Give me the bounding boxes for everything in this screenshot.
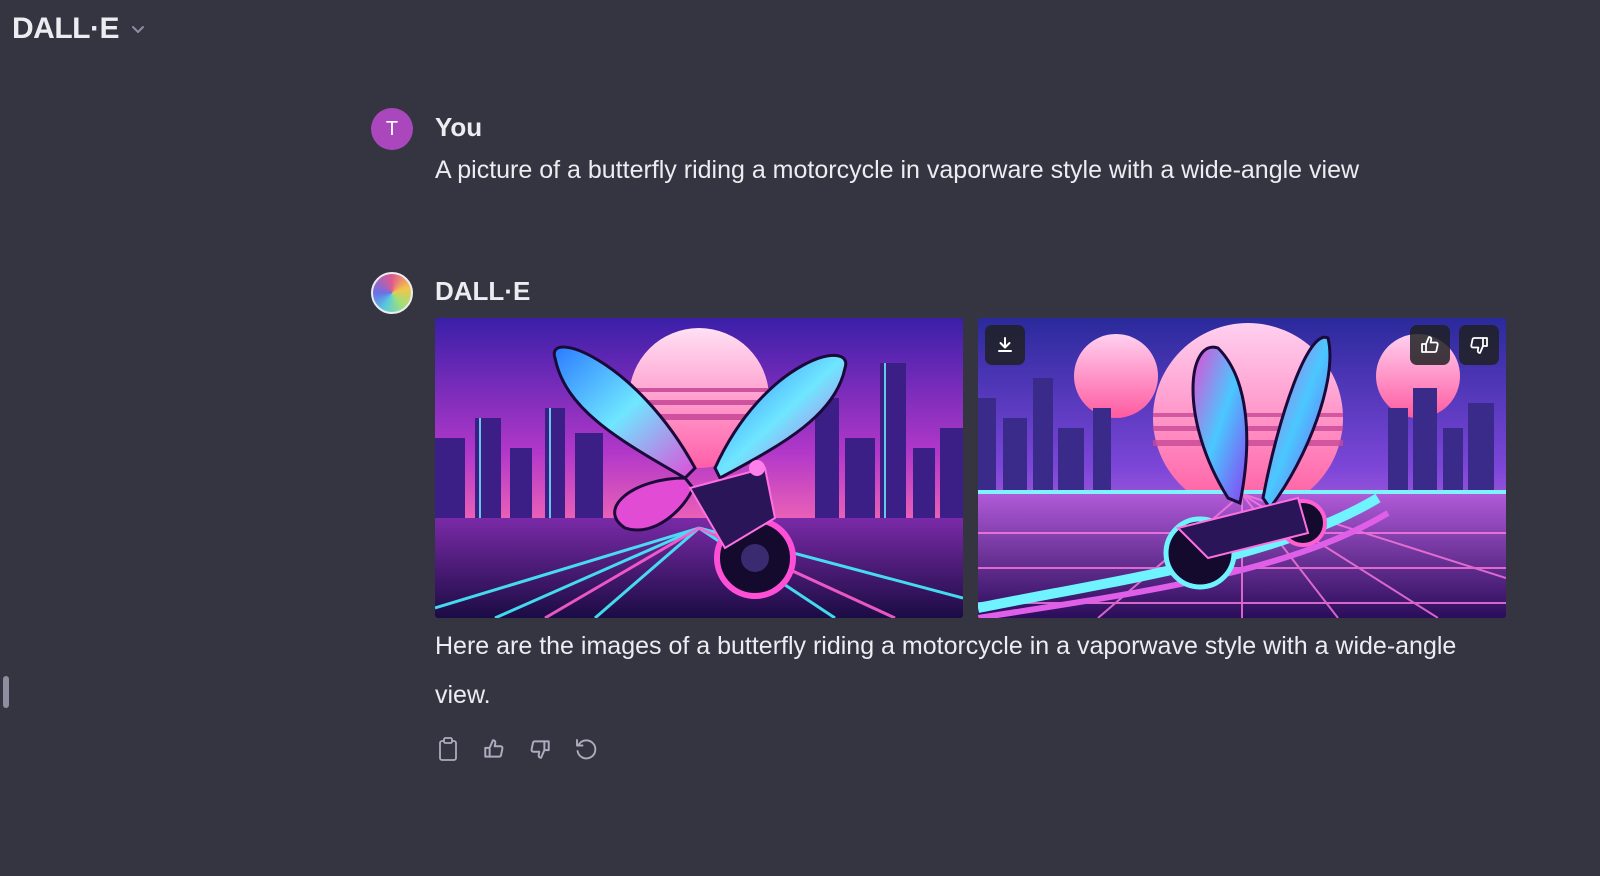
thumbs-up-button[interactable] (481, 738, 507, 764)
chevron-down-icon (129, 20, 147, 38)
download-icon (995, 335, 1015, 355)
thumbs-down-icon (1468, 334, 1490, 356)
user-prompt-text: A picture of a butterfly riding a motorc… (435, 156, 1360, 184)
generated-image-2[interactable] (978, 318, 1506, 618)
generated-images (435, 318, 1506, 618)
regenerate-icon (573, 736, 599, 767)
dalle-avatar (371, 272, 413, 314)
assistant-response-text: Here are the images of a butterfly ridin… (435, 632, 1457, 709)
regenerate-button[interactable] (573, 738, 599, 764)
copy-button[interactable] (435, 736, 461, 767)
image-thumbs-up-button[interactable] (1410, 325, 1450, 365)
model-selector[interactable]: DALL·E (12, 12, 147, 46)
model-title: DALL·E (12, 12, 119, 45)
thumbs-up-icon (482, 737, 506, 766)
scrollbar-handle[interactable] (3, 676, 9, 708)
user-author-name: You (435, 112, 483, 142)
user-avatar: T (371, 108, 413, 150)
thumbs-up-icon (1419, 334, 1441, 356)
message-actions (435, 736, 599, 767)
assistant-author-name: DALL·E (435, 276, 531, 306)
download-image-button[interactable] (985, 325, 1025, 365)
thumbs-down-button[interactable] (527, 738, 553, 764)
image-thumbs-down-button[interactable] (1459, 325, 1499, 365)
thumbs-down-icon (528, 737, 552, 766)
copy-icon (436, 736, 460, 767)
user-avatar-initial: T (385, 117, 399, 140)
chat-page: DALL·E T You A picture of a butterfly ri… (0, 0, 1600, 876)
generated-image-1[interactable] (435, 318, 963, 618)
